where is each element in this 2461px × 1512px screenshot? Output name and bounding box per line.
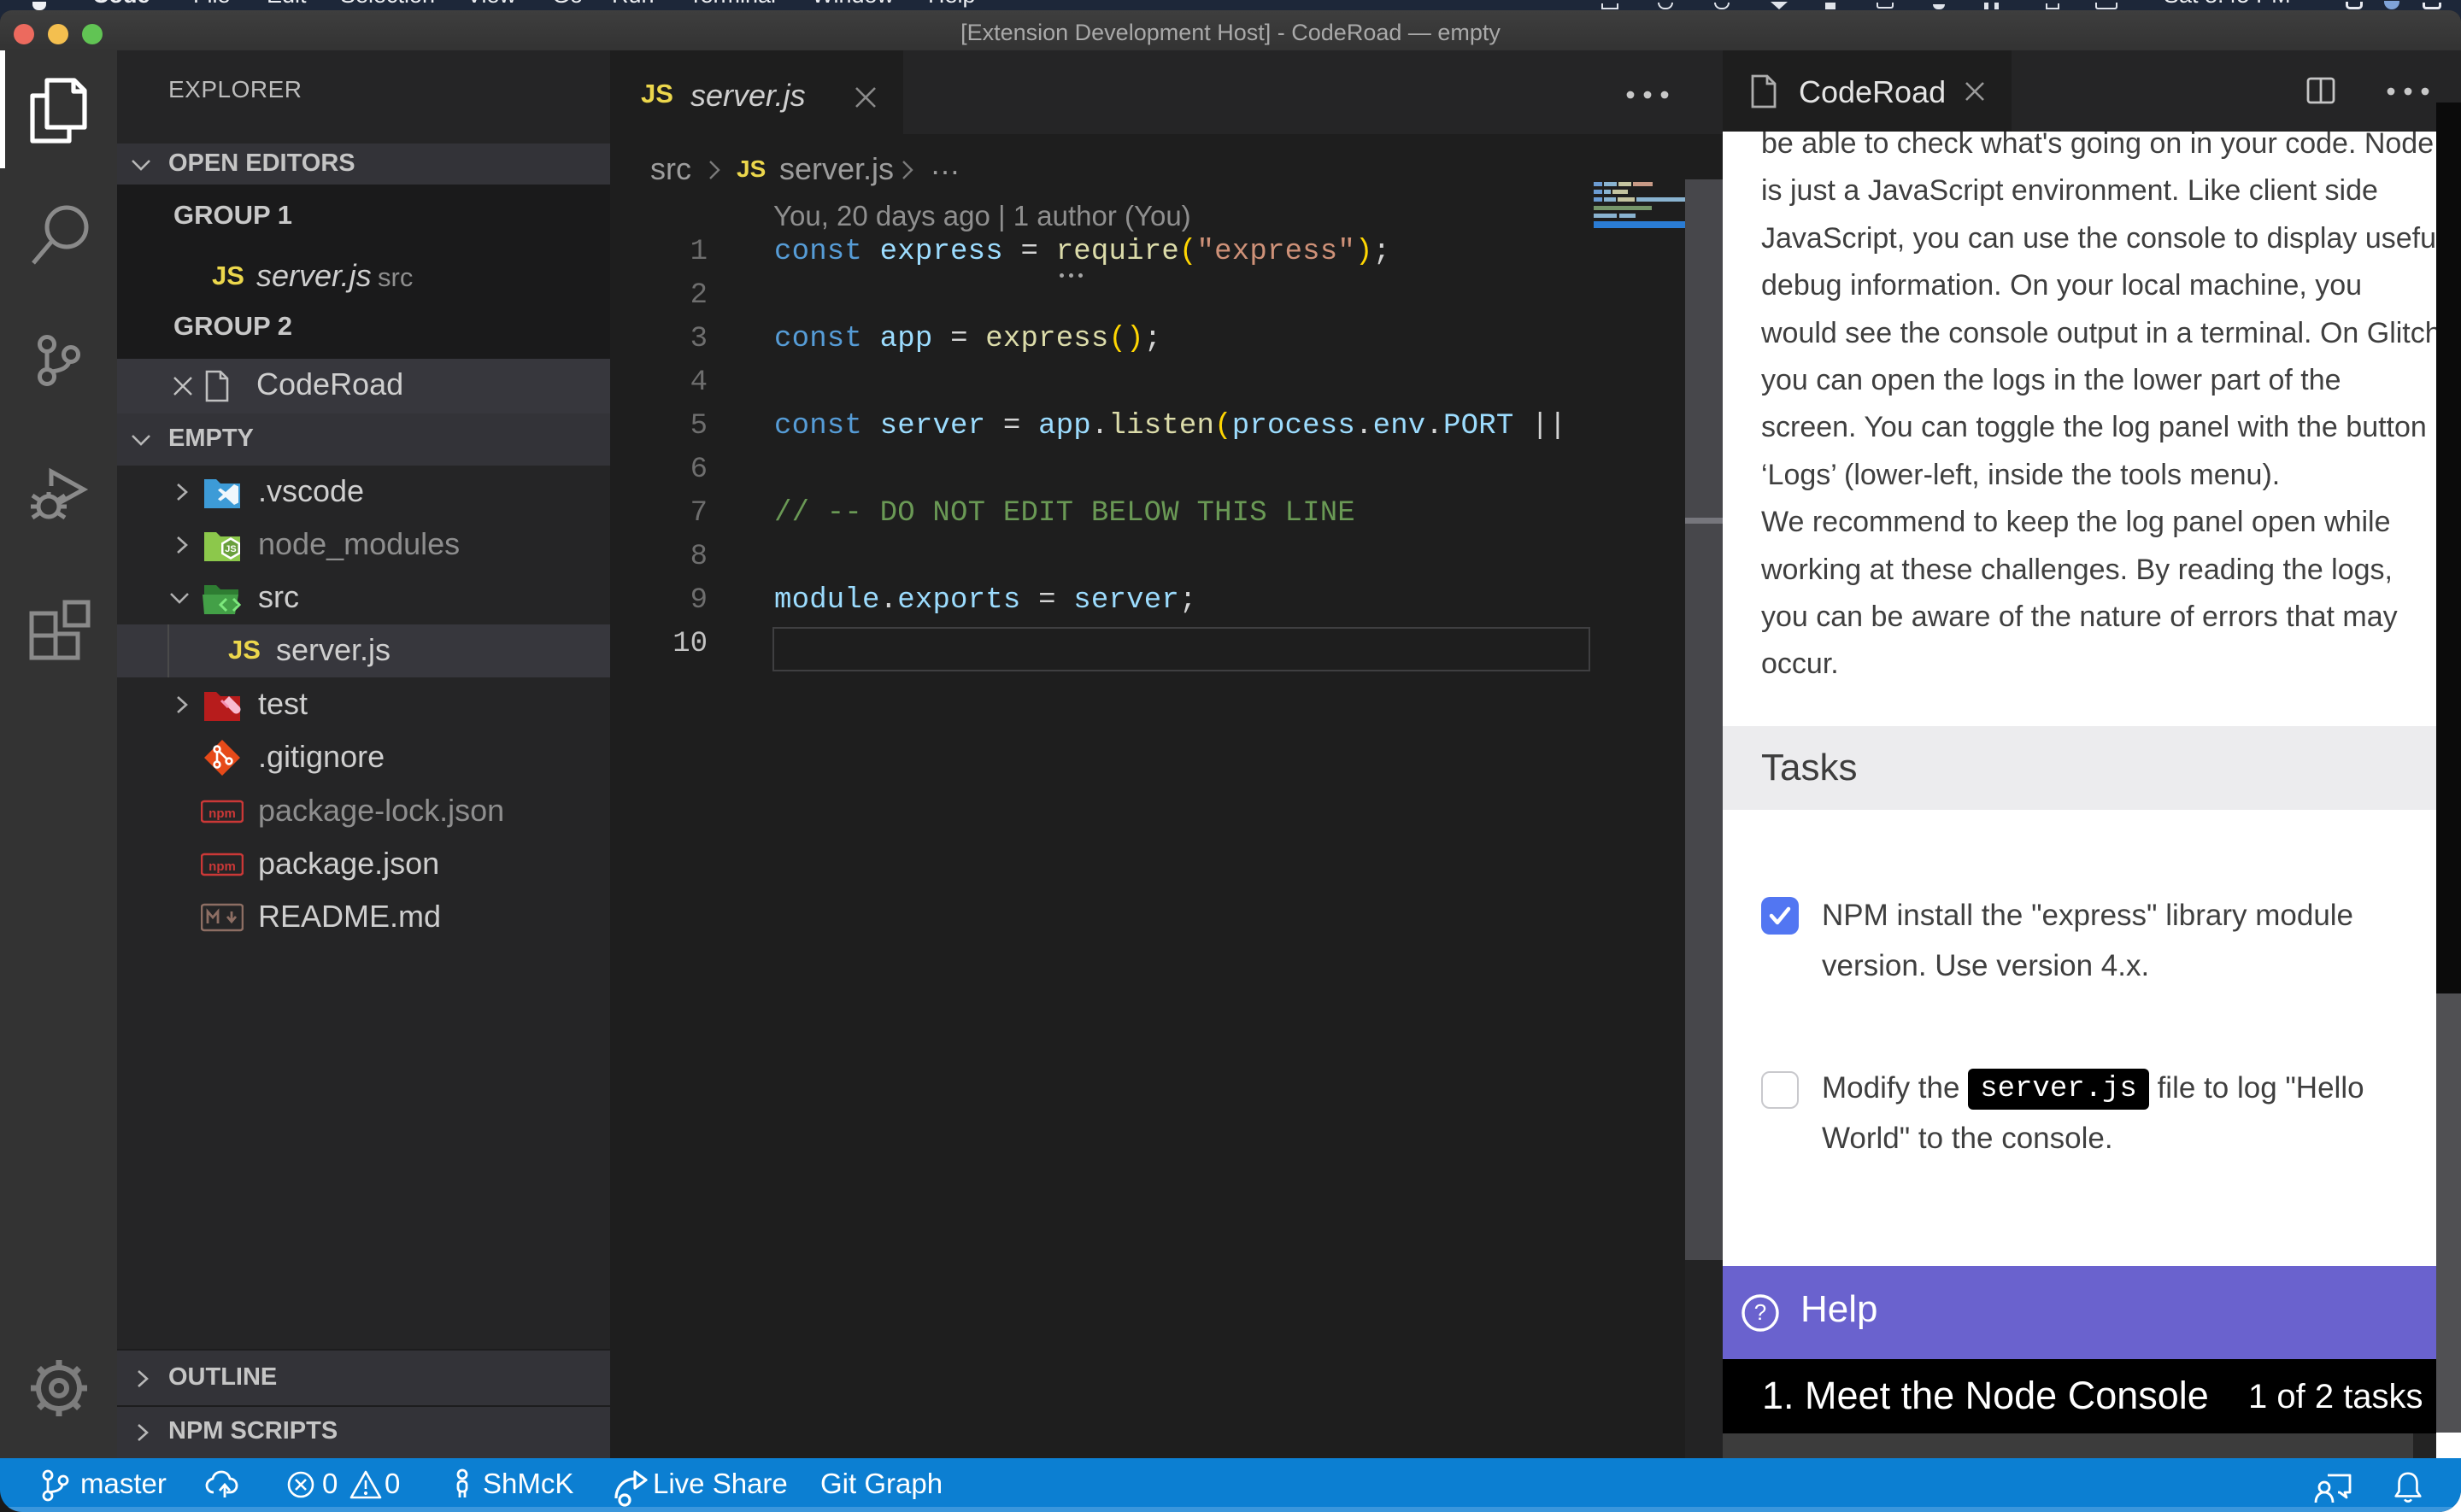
svg-text:npm: npm (209, 859, 236, 874)
svg-text:JS: JS (225, 544, 236, 554)
svg-text:npm: npm (209, 806, 236, 821)
svg-text:?: ? (1754, 1299, 1766, 1325)
